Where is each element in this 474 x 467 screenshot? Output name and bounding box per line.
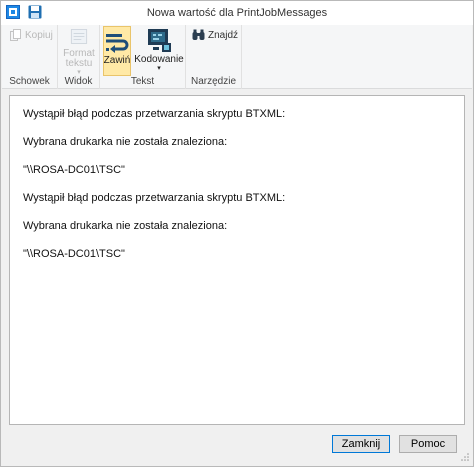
message-line: Wybrana drukarka nie została znaleziona:: [23, 220, 228, 232]
ribbon-group-tekst: Zawiń Kodowanie ▾ Tekst: [100, 25, 186, 89]
ribbon-group-schowek: Kopiuj Schowek: [2, 25, 58, 89]
ribbon-group-widok: Format tekstu ▾ Widok: [58, 25, 100, 89]
message-line: Wystąpił błąd podczas przetwarzania skry…: [23, 192, 286, 204]
text-format-icon: [70, 29, 88, 44]
dialog-footer: Zamknij Pomoc: [1, 429, 473, 465]
window-title: Nowa wartość dla PrintJobMessages: [146, 7, 328, 19]
text-format-label-2: tekstu: [65, 58, 93, 69]
group-label-tekst: Tekst: [130, 76, 155, 87]
encoding-button[interactable]: Kodowanie ▾: [133, 26, 185, 76]
wrap-button[interactable]: Zawiń: [103, 26, 131, 76]
copy-button[interactable]: Kopiuj: [10, 29, 53, 41]
encoding-icon: [148, 29, 171, 52]
title-bar: Nowa wartość dla PrintJobMessages: [1, 1, 473, 25]
encoding-label: Kodowanie: [134, 54, 184, 65]
find-button[interactable]: Znajdź: [192, 29, 238, 41]
dialog-window: Nowa wartość dla PrintJobMessages Kopiuj…: [0, 0, 474, 467]
message-line: "\\ROSA-DC01\TSC": [23, 164, 125, 176]
message-line: Wybrana drukarka nie została znaleziona:: [23, 136, 228, 148]
ribbon-group-narzedzie: Znajdź Narzędzie: [186, 25, 242, 89]
ribbon: Kopiuj Schowek Format tekstu ▾ Widok Zaw…: [2, 25, 472, 89]
resize-grip-icon[interactable]: [460, 452, 470, 462]
group-label-narzedzie: Narzędzie: [190, 76, 237, 87]
message-line: Wystąpił błąd podczas przetwarzania skry…: [23, 108, 286, 120]
group-label-widok: Widok: [64, 76, 93, 87]
message-line: "\\ROSA-DC01\TSC": [23, 248, 125, 260]
binoculars-icon: [192, 29, 205, 40]
copy-label: Kopiuj: [25, 29, 53, 41]
help-button[interactable]: Pomoc: [399, 435, 457, 453]
group-label-schowek: Schowek: [9, 76, 50, 87]
chevron-down-icon: ▾: [157, 65, 161, 72]
text-format-button[interactable]: Format tekstu ▾: [61, 26, 97, 76]
copy-icon: [10, 29, 21, 41]
close-button[interactable]: Zamknij: [332, 435, 390, 453]
find-label: Znajdź: [208, 29, 239, 41]
wrap-label: Zawiń: [103, 55, 131, 66]
message-text-area[interactable]: Wystąpił błąd podczas przetwarzania skry…: [9, 95, 465, 425]
chevron-down-icon: ▾: [77, 69, 81, 76]
word-wrap-icon: [106, 34, 129, 53]
message-text: Wystąpił błąd podczas przetwarzania skry…: [23, 108, 454, 276]
